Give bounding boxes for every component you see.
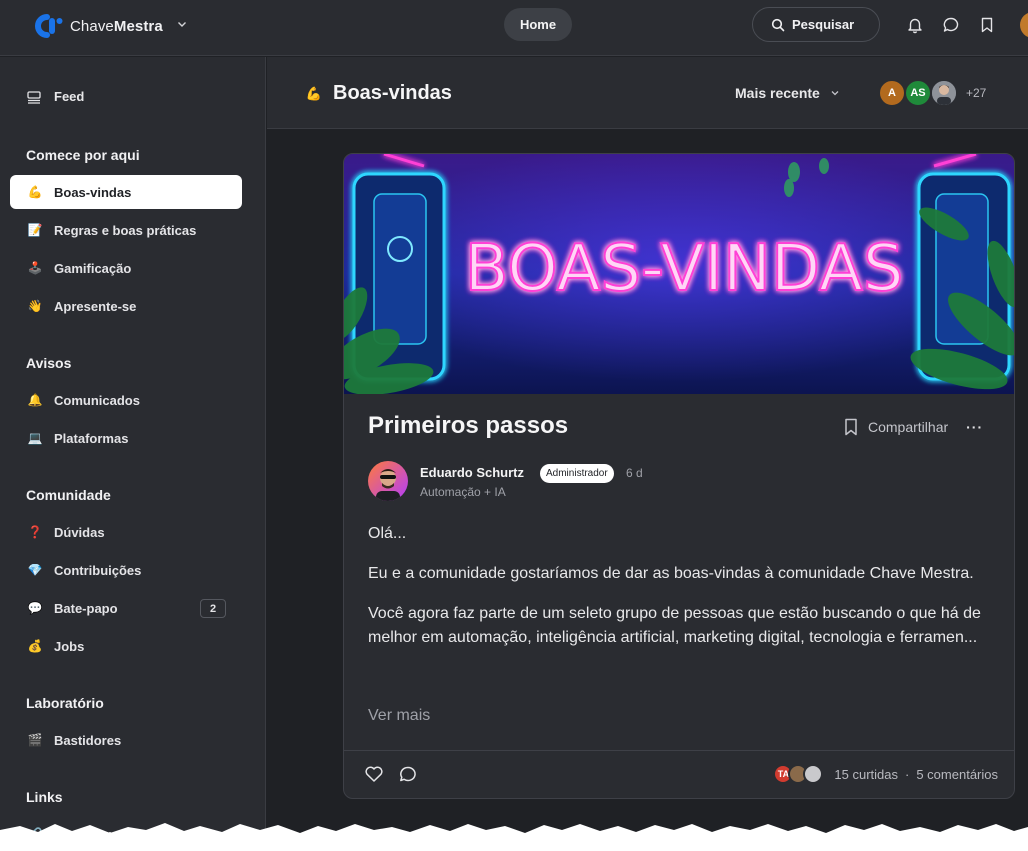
sidebar-item-label: Feed: [54, 89, 85, 104]
sidebar-item-gamificacao[interactable]: 🕹️ Gamificação: [10, 251, 242, 285]
member-avatar: A: [878, 79, 906, 107]
question-mark-icon: ❓: [27, 525, 43, 539]
sidebar-item-feed[interactable]: Feed: [26, 89, 84, 104]
sort-dropdown[interactable]: Mais recente: [735, 85, 840, 101]
member-avatars[interactable]: A AS +27: [878, 79, 986, 107]
section-title-laboratorio: Laboratório: [26, 695, 104, 711]
post-title[interactable]: Primeiros passos: [368, 412, 568, 440]
logo-suffix: Mestra: [113, 17, 163, 35]
unread-count-badge: 2: [200, 599, 226, 618]
sidebar-item-label: Apresente-se: [54, 298, 137, 314]
sidebar-item-label: Jobs: [54, 638, 85, 654]
feed-icon: [27, 90, 41, 104]
more-options-button[interactable]: ···: [966, 419, 983, 435]
sidebar-item-bate-papo[interactable]: 💬 Bate-papo 2: [10, 591, 242, 625]
chat-bubble-icon[interactable]: [942, 16, 960, 34]
sidebar-item-label: Plataformas: [54, 430, 129, 446]
space-title-text: Boas-vindas: [333, 82, 452, 104]
clapper-board-icon: 🎬: [27, 733, 43, 747]
sidebar-item-duvidas[interactable]: ❓ Dúvidas: [10, 515, 242, 549]
comment-icon[interactable]: [398, 765, 418, 783]
sidebar-item-plataformas[interactable]: 💻 Plataformas: [10, 421, 242, 455]
see-more-link[interactable]: Ver mais: [368, 707, 430, 725]
bell-icon[interactable]: [906, 16, 924, 34]
divider: [344, 750, 1014, 751]
sidebar-item-label: Bate-papo: [54, 600, 118, 616]
sidebar-item-comunicados[interactable]: 🔔 Comunicados: [10, 383, 242, 417]
post-card: BOAS-VINDAS Primeiros passos Compartilha…: [343, 153, 1015, 799]
sidebar-item-label: Dúvidas: [54, 524, 105, 540]
sidebar-item-label: Bastidores: [54, 732, 122, 748]
speech-bubble-icon: 💬: [27, 601, 43, 615]
member-avatar: AS: [904, 79, 932, 107]
gem-icon: 💎: [27, 563, 43, 577]
separator: ·: [905, 766, 910, 782]
chave-mestra-logo-icon: [34, 13, 64, 39]
post-actions: Compartilhar ···: [844, 418, 983, 436]
post-body: Olá... Eu e a comunidade gostaríamos de …: [368, 522, 994, 666]
post-paragraph: Eu e a comunidade gostaríamos de dar as …: [368, 565, 974, 582]
banner-text: BOAS-VINDAS: [465, 232, 904, 306]
liker-avatar: [803, 764, 824, 784]
search-button[interactable]: Pesquisar: [752, 7, 880, 42]
sidebar-item-contribuicoes[interactable]: 💎 Contribuições: [10, 553, 242, 587]
share-button[interactable]: Compartilhar: [868, 419, 948, 435]
post-stats: TA 15 curtidas · 5 comentários: [773, 764, 998, 784]
chevron-down-icon[interactable]: [176, 18, 188, 30]
page-title: 💪 Boas-vindas: [305, 82, 452, 105]
sidebar: Feed Comece por aqui 💪 Boas-vindas 📝 Reg…: [0, 57, 266, 851]
section-title-avisos: Avisos: [26, 355, 72, 371]
welcome-banner-image: BOAS-VINDAS: [344, 154, 1014, 394]
bookmark-icon[interactable]: [978, 16, 996, 34]
search-icon: [771, 18, 785, 31]
post-timestamp[interactable]: 6 d: [626, 466, 643, 480]
app-window: ChaveMestra Home Pesquisar Feed Comece p…: [0, 0, 1028, 851]
post-paragraph: Olá...: [368, 525, 407, 542]
flexed-biceps-icon: 💪: [27, 185, 43, 199]
chevron-down-icon: [831, 91, 839, 96]
post-paragraph: Você agora faz parte de um seleto grupo …: [368, 605, 981, 646]
sidebar-item-boas-vindas[interactable]: 💪 Boas-vindas: [10, 175, 242, 209]
sidebar-item-jobs[interactable]: 💰 Jobs: [10, 629, 242, 663]
top-navigation-bar: ChaveMestra Home Pesquisar: [0, 0, 1028, 56]
members-more-count: +27: [966, 86, 987, 100]
bell-icon: 🔔: [27, 393, 43, 407]
waving-hand-icon: 👋: [27, 299, 43, 313]
likes-count[interactable]: 15 curtidas: [834, 767, 898, 782]
sidebar-item-bastidores[interactable]: 🎬 Bastidores: [10, 723, 242, 757]
section-title-comunidade: Comunidade: [26, 487, 111, 503]
heart-icon[interactable]: [364, 765, 384, 783]
torn-edge-decoration: [0, 823, 1028, 851]
search-label: Pesquisar: [792, 17, 855, 32]
post-reactions: [364, 765, 432, 783]
memo-icon: 📝: [27, 223, 43, 237]
sidebar-item-label: Gamificação: [54, 260, 132, 276]
sidebar-item-label: Boas-vindas: [54, 184, 132, 200]
money-bag-icon: 💰: [27, 639, 43, 653]
sort-label: Mais recente: [735, 85, 820, 101]
admin-badge: Administrador: [540, 464, 614, 483]
sidebar-item-label: Comunicados: [54, 392, 140, 408]
space-header: 💪 Boas-vindas Mais recente A AS +27: [267, 57, 1028, 129]
laptop-icon: 💻: [27, 431, 43, 445]
sidebar-item-apresente-se[interactable]: 👋 Apresente-se: [10, 289, 242, 323]
bookmark-icon[interactable]: [844, 418, 858, 436]
sidebar-item-label: Regras e boas práticas: [54, 222, 197, 238]
sidebar-item-label: Contribuições: [54, 562, 142, 578]
joystick-icon: 🕹️: [27, 261, 43, 275]
member-avatar-photo: [930, 79, 958, 107]
user-avatar[interactable]: [1020, 12, 1028, 38]
comments-count[interactable]: 5 comentários: [916, 767, 998, 782]
logo-prefix: Chave: [70, 17, 114, 35]
section-title-comece-por-aqui: Comece por aqui: [26, 147, 140, 163]
author-avatar[interactable]: [368, 461, 408, 501]
home-button[interactable]: Home: [504, 8, 572, 41]
author-name[interactable]: Eduardo Schurtz: [420, 465, 524, 480]
logo-text: ChaveMestra: [70, 18, 163, 35]
flexed-biceps-icon: 💪: [305, 85, 323, 101]
author-headline: Automação + IA: [420, 485, 506, 499]
sidebar-item-regras[interactable]: 📝 Regras e boas práticas: [10, 213, 242, 247]
logo[interactable]: ChaveMestra: [34, 13, 163, 39]
section-title-links: Links: [26, 789, 63, 805]
